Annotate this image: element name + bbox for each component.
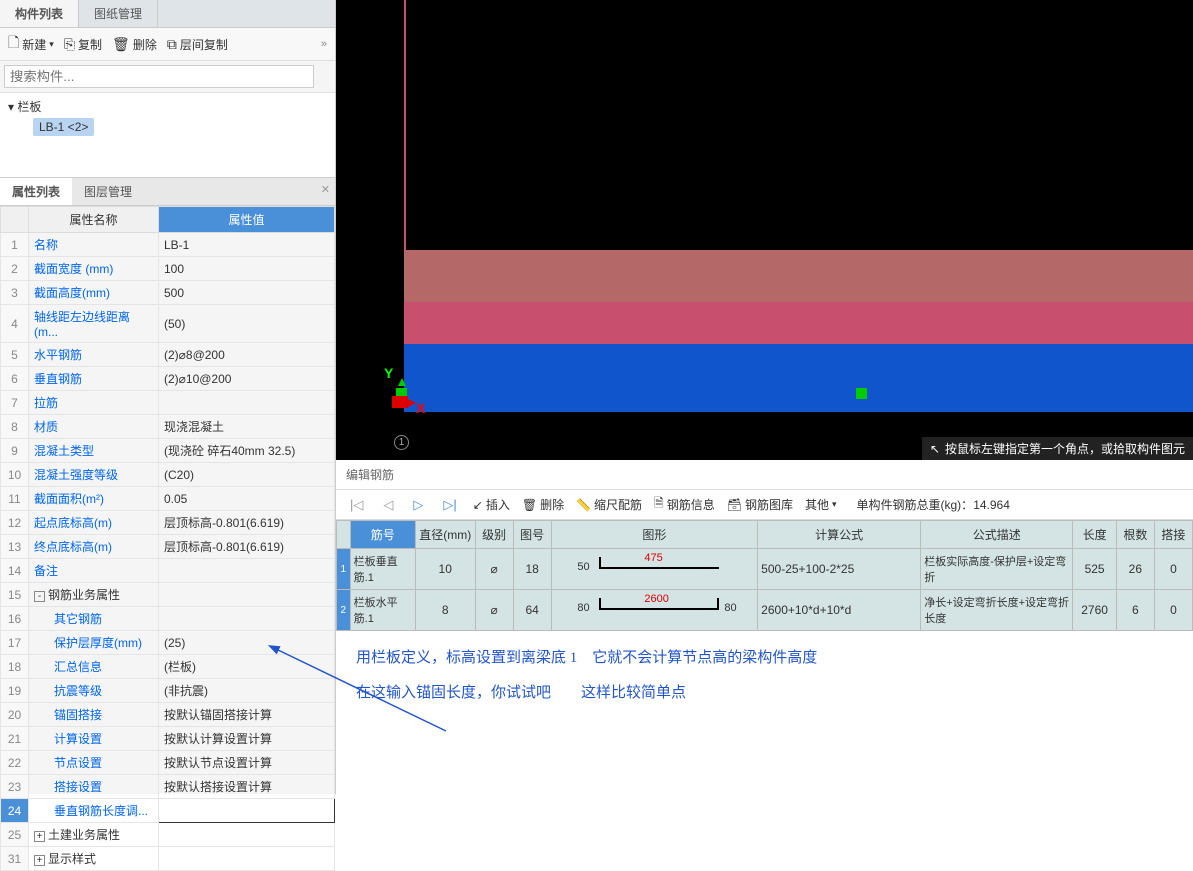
delete-icon: 🗑	[522, 498, 537, 512]
component-tabs: 构件列表 图纸管理	[0, 0, 335, 28]
property-tabs: 属性列表 图层管理 ✕	[0, 178, 335, 206]
col-length[interactable]: 长度	[1073, 521, 1116, 549]
property-row[interactable]: 24垂直钢筋长度调...	[1, 799, 335, 823]
copy-icon: ⎘	[64, 36, 75, 53]
delete-icon: 🗑	[112, 36, 130, 53]
col-shape[interactable]: 图形	[551, 521, 758, 549]
new-icon: 🗋	[8, 32, 19, 56]
nav-next[interactable]: ▷	[409, 497, 427, 513]
axis-x-label: X	[416, 400, 425, 416]
property-row[interactable]: 7拉筋	[1, 391, 335, 415]
col-propvalue: 属性值	[159, 207, 335, 233]
property-row[interactable]: 5水平钢筋(2)⌀8@200	[1, 343, 335, 367]
col-count[interactable]: 根数	[1116, 521, 1154, 549]
insert-icon: ↙	[473, 498, 483, 512]
annotation-line-2: 在这输入锚固长度，你试试吧 这样比较简单点	[356, 681, 1173, 702]
delete-rebar-button[interactable]: 🗑删除	[522, 496, 564, 513]
canvas-bar-2	[404, 302, 1193, 344]
nav-last[interactable]: ▷|	[439, 497, 460, 513]
insert-button[interactable]: ↙插入	[473, 496, 510, 513]
tree-item-lb1[interactable]: LB-1 <2>	[33, 118, 94, 136]
copy-button[interactable]: ⎘复制	[64, 36, 102, 53]
new-button[interactable]: 🗋新建▾	[8, 32, 54, 56]
canvas-bar-1	[404, 250, 1193, 302]
property-row[interactable]: 14备注	[1, 559, 335, 583]
close-icon[interactable]: ✕	[321, 183, 330, 196]
tab-property-list[interactable]: 属性列表	[0, 178, 72, 205]
property-row[interactable]: 6垂直钢筋(2)⌀10@200	[1, 367, 335, 391]
level-copy-icon: ⧉	[167, 36, 177, 53]
property-row[interactable]: 15-钢筋业务属性	[1, 583, 335, 607]
cursor-icon: ↖	[930, 442, 940, 456]
info-button[interactable]: 🗎钢筋信息	[654, 494, 715, 515]
property-row[interactable]: 13终点底标高(m)层顶标高-0.801(6.619)	[1, 535, 335, 559]
axis-y-label: Y	[384, 365, 393, 381]
grid-label-1: 1	[394, 435, 409, 450]
status-bar: ↖按鼠标左键指定第一个角点，或拾取构件图元	[922, 437, 1193, 460]
scale-button[interactable]: 📏缩尺配筋	[576, 496, 642, 513]
library-button[interactable]: 🗃钢筋图库	[727, 496, 793, 513]
canvas-bar-3	[404, 344, 1193, 412]
axis-y-arrow	[398, 378, 406, 386]
search-box	[0, 61, 335, 93]
delete-button[interactable]: 🗑删除	[112, 36, 157, 53]
col-propname: 属性名称	[29, 207, 159, 233]
property-row[interactable]: 2截面宽度 (mm)100	[1, 257, 335, 281]
marker-2	[856, 388, 867, 399]
tree-root[interactable]: ▾ 栏板	[8, 98, 327, 115]
annotation-line-1: 用栏板定义，标高设置到离梁底 1 它就不会计算节点高的梁构件高度	[356, 646, 1173, 667]
property-row[interactable]: 1名称LB-1	[1, 233, 335, 257]
rebar-title: 编辑钢筋	[336, 460, 1193, 490]
scale-icon: 📏	[576, 498, 591, 512]
component-tree: ▾ 栏板 LB-1 <2>	[0, 93, 335, 178]
property-row[interactable]: 10混凝土强度等级(C20)	[1, 463, 335, 487]
col-desc[interactable]: 公式描述	[921, 521, 1073, 549]
nav-first[interactable]: |◁	[346, 497, 367, 513]
rebar-row[interactable]: 2栏板水平筋.18⌀64808026002600+10*d+10*d净长+设定弯…	[337, 590, 1193, 631]
col-formula[interactable]: 计算公式	[758, 521, 921, 549]
expand-toggle[interactable]: -	[34, 591, 45, 602]
property-row[interactable]: 3截面高度(mm)500	[1, 281, 335, 305]
expand-toggle[interactable]: +	[34, 831, 45, 842]
rebar-row[interactable]: 1栏板垂直筋.110⌀1850475500-25+100-2*25栏板实际高度-…	[337, 549, 1193, 590]
drawing-canvas[interactable]: Y X 1 ↖按鼠标左键指定第一个角点，或拾取构件图元	[336, 0, 1193, 460]
annotation-area: 用栏板定义，标高设置到离梁底 1 它就不会计算节点高的梁构件高度 在这输入锚固长…	[336, 631, 1193, 751]
rebar-table: 筋号 直径(mm) 级别 图号 图形 计算公式 公式描述 长度 根数 搭接 1栏…	[336, 520, 1193, 631]
col-symbol[interactable]: 图号	[513, 521, 551, 549]
property-row[interactable]: 22节点设置按默认节点设置计算	[1, 751, 335, 775]
property-row[interactable]: 25+土建业务属性	[1, 823, 335, 847]
col-diameter[interactable]: 直径(mm)	[415, 521, 475, 549]
expand-icon[interactable]: »	[321, 38, 327, 50]
component-toolbar: 🗋新建▾ ⎘复制 🗑删除 ⧉层间复制 »	[0, 28, 335, 61]
col-rebar-num[interactable]: 筋号	[350, 521, 415, 549]
col-grade[interactable]: 级别	[475, 521, 513, 549]
property-row[interactable]: 4轴线距左边线距离(m...(50)	[1, 305, 335, 343]
property-row[interactable]: 12起点底标高(m)层顶标高-0.801(6.619)	[1, 511, 335, 535]
library-icon: 🗃	[727, 498, 742, 512]
property-row[interactable]: 16其它钢筋	[1, 607, 335, 631]
property-row[interactable]: 11截面面积(m²)0.05	[1, 487, 335, 511]
rebar-toolbar: |◁ ◁ ▷ ▷| ↙插入 🗑删除 📏缩尺配筋 🗎钢筋信息 🗃钢筋图库 其他▾ …	[336, 490, 1193, 520]
search-input[interactable]	[4, 65, 314, 88]
property-row[interactable]: 23搭接设置按默认搭接设置计算	[1, 775, 335, 799]
expand-toggle[interactable]: +	[34, 855, 45, 866]
rebar-panel: 编辑钢筋 |◁ ◁ ▷ ▷| ↙插入 🗑删除 📏缩尺配筋 🗎钢筋信息 🗃钢筋图库…	[336, 460, 1193, 751]
tab-component-list[interactable]: 构件列表	[0, 0, 79, 27]
tab-layer-manage[interactable]: 图层管理	[72, 178, 144, 205]
property-table: 属性名称 属性值 1名称LB-12截面宽度 (mm)1003截面高度(mm)50…	[0, 206, 335, 871]
tab-drawing-manage[interactable]: 图纸管理	[79, 0, 158, 27]
property-row[interactable]: 9混凝土类型(现浇砼 碎石40mm 32.5)	[1, 439, 335, 463]
col-lap[interactable]: 搭接	[1154, 521, 1192, 549]
other-button[interactable]: 其他▾	[805, 496, 837, 513]
property-row[interactable]: 31+显示样式	[1, 847, 335, 871]
nav-prev[interactable]: ◁	[379, 497, 397, 513]
property-row[interactable]: 8材质现浇混凝土	[1, 415, 335, 439]
annotation-arrow	[266, 641, 466, 741]
info-icon: 🗎	[654, 494, 664, 515]
axis-x-arrow	[408, 399, 416, 407]
level-copy-button[interactable]: ⧉层间复制	[167, 36, 228, 53]
origin-marker	[392, 396, 408, 408]
weight-label: 单构件钢筋总重(kg)：14.964	[857, 496, 1010, 513]
